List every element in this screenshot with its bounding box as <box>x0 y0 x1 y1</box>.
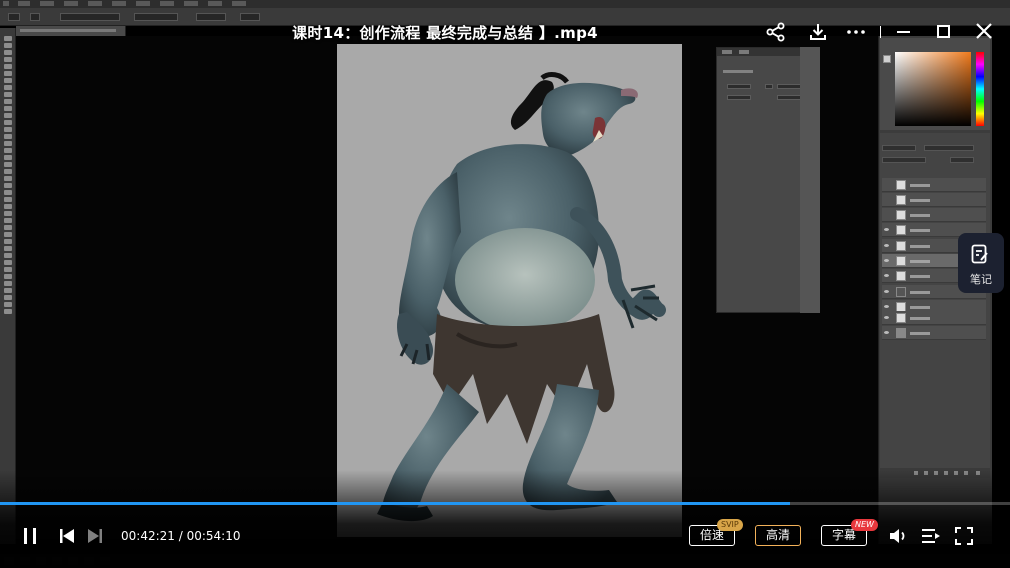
ps-tool-icon <box>4 309 12 314</box>
ps-tool-icon <box>4 169 12 174</box>
layer-row <box>882 311 986 325</box>
ps-tool-icon <box>4 239 12 244</box>
more-icon[interactable] <box>846 23 866 41</box>
ps-tool-icon <box>4 260 12 265</box>
ps-tool-icon <box>4 106 12 111</box>
layer-row <box>882 208 986 222</box>
ps-tool-icon <box>4 141 12 146</box>
ps-tool-icon <box>4 218 12 223</box>
ps-tool-icon <box>4 288 12 293</box>
ps-tool-icon <box>4 176 12 181</box>
share-icon[interactable] <box>766 22 786 42</box>
layer-row <box>882 178 986 192</box>
fullscreen-icon[interactable] <box>955 527 973 545</box>
progress-fill <box>0 502 790 505</box>
ps-tool-icon <box>4 78 12 83</box>
ps-tool-icon <box>4 127 12 132</box>
close-icon[interactable] <box>974 20 994 42</box>
ps-tool-icon <box>4 302 12 307</box>
ps-tool-icon <box>4 92 12 97</box>
ps-tool-icon <box>4 64 12 69</box>
skip-previous-icon[interactable] <box>58 528 76 544</box>
svip-badge: SVIP <box>717 519 743 531</box>
pause-button[interactable] <box>22 528 38 544</box>
ps-tool-icon <box>4 71 12 76</box>
volume-icon[interactable] <box>888 526 908 546</box>
layer-row <box>882 193 986 207</box>
ps-tool-icon <box>4 113 12 118</box>
notes-icon <box>971 244 989 264</box>
maximize-icon[interactable] <box>937 25 950 38</box>
ps-tool-icon <box>4 155 12 160</box>
video-title: 课时14：创作流程 最终完成与总结 】.mp4 <box>292 24 598 42</box>
ps-tool-icon <box>4 295 12 300</box>
creature-illustration <box>377 72 666 522</box>
playlist-icon[interactable] <box>921 527 941 545</box>
time-readout: 00:42:21 / 00:54:10 <box>121 529 241 543</box>
ps-tool-icon <box>4 232 12 237</box>
notes-label: 笔记 <box>970 273 992 286</box>
ps-properties-scroll <box>800 47 820 313</box>
ps-tool-icon <box>4 148 12 153</box>
new-badge: NEW <box>851 519 878 531</box>
ps-tool-icon <box>4 134 12 139</box>
ps-tool-icon <box>4 281 12 286</box>
ps-tool-icon <box>4 274 12 279</box>
title-bar-divider <box>880 26 881 38</box>
notes-button[interactable]: 笔记 <box>958 233 1004 293</box>
ps-tool-icon <box>4 120 12 125</box>
ps-tool-icon <box>4 253 12 258</box>
color-hue-slider <box>976 52 984 126</box>
skip-next-icon[interactable] <box>86 528 104 544</box>
ps-tool-icon <box>4 204 12 209</box>
ps-menubar <box>0 0 1010 8</box>
ps-tool-icon <box>4 183 12 188</box>
ps-tool-icon <box>4 50 12 55</box>
ps-tool-icon <box>4 57 12 62</box>
ps-tool-icon <box>4 197 12 202</box>
ps-tool-icon <box>4 211 12 216</box>
minimize-icon[interactable] <box>897 31 910 33</box>
ps-tool-icon <box>4 190 12 195</box>
foreground-color-swatch <box>883 55 891 63</box>
ps-tool-icon <box>4 162 12 167</box>
ps-toolbar <box>0 28 16 544</box>
ps-tool-icon <box>4 43 12 48</box>
ps-tool-icon <box>4 225 12 230</box>
layer-row <box>882 326 986 340</box>
ps-tool-icon <box>4 99 12 104</box>
screen: 课时14：创作流程 最终完成与总结 】.mp4 笔记 00:42:21 / 00… <box>0 0 1010 568</box>
ps-tool-icon <box>4 267 12 272</box>
artboard <box>337 44 682 537</box>
download-icon[interactable] <box>808 22 828 42</box>
quality-button[interactable]: 高清 <box>755 525 801 546</box>
ps-tool-icon <box>4 85 12 90</box>
color-picker-field <box>895 52 971 126</box>
ps-tool-icon <box>4 246 12 251</box>
